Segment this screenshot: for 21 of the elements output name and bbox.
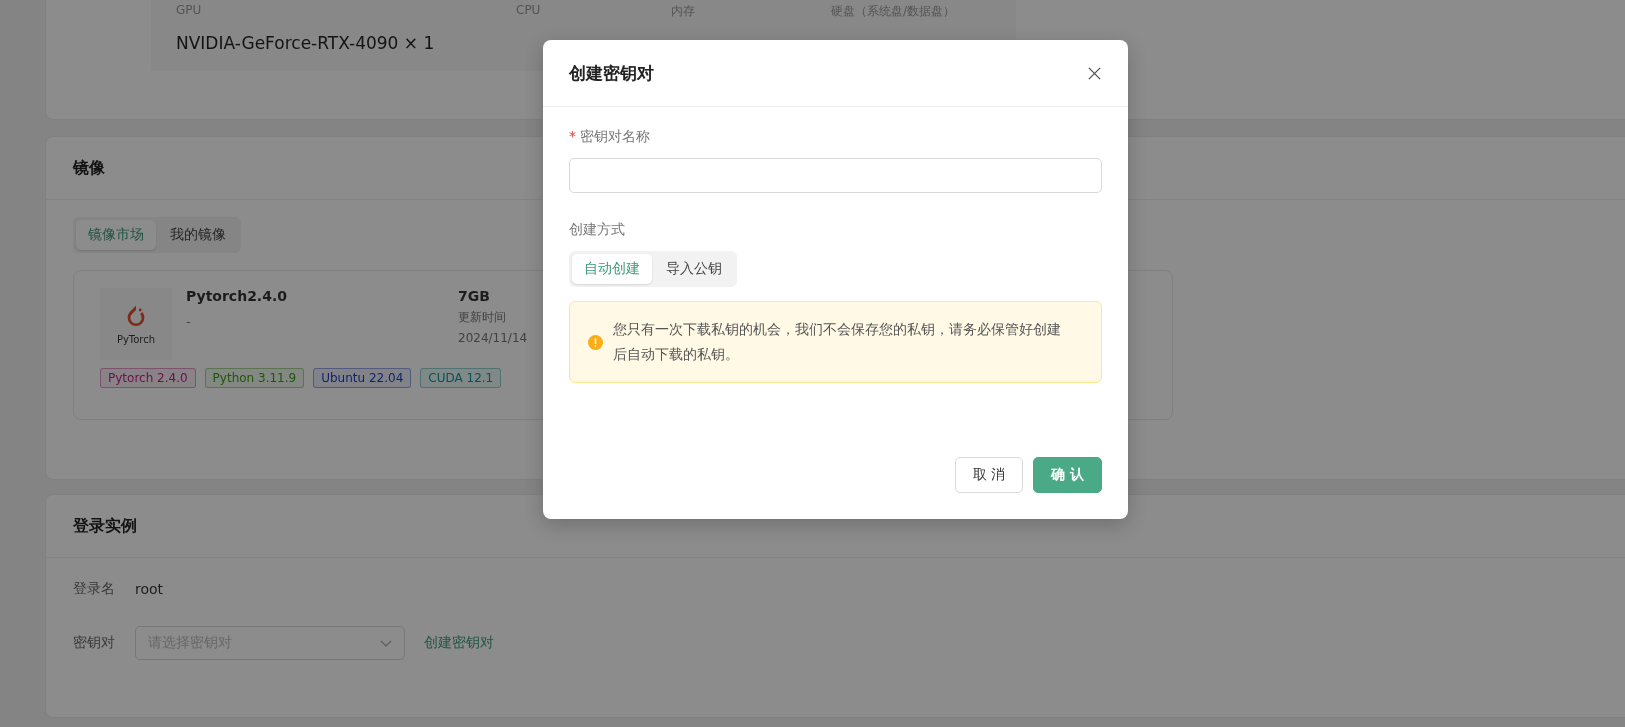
tag: Pytorch 2.4.0 <box>100 368 196 388</box>
section-title: 登录实例 <box>73 515 137 537</box>
tag: Python 3.11.9 <box>204 368 305 388</box>
updated-date: 2024/11/14 <box>458 331 528 345</box>
tag: Ubuntu 22.04 <box>313 368 412 388</box>
image-description: - <box>186 314 192 329</box>
image-name: Pytorch2.4.0 <box>186 288 288 304</box>
field-label: 登录名 <box>73 580 116 598</box>
field-label: 密钥对名称 <box>580 128 650 146</box>
warning-text: 您只有一次下载私钥的机会，我们不会保存您的私钥，请务必保管好创建后自动下载的私钥。 <box>613 320 1061 364</box>
table-cell-text: NVIDIA-GeForce-RTX-4090 × 1 <box>176 33 436 53</box>
field-label: 创建方式 <box>569 221 625 239</box>
field-label: 密钥对 <box>73 634 116 652</box>
section-title: 镜像 <box>73 157 105 179</box>
updated-label: 更新时间 <box>458 309 507 326</box>
login-name: root <box>135 581 164 597</box>
logo-text: PyTorch <box>116 334 156 345</box>
tag: CUDA 12.1 <box>420 368 502 388</box>
image-size: 7GB <box>458 288 491 304</box>
required-asterisk: * <box>569 128 576 146</box>
dialog-title: 创建密钥对 <box>569 61 654 85</box>
